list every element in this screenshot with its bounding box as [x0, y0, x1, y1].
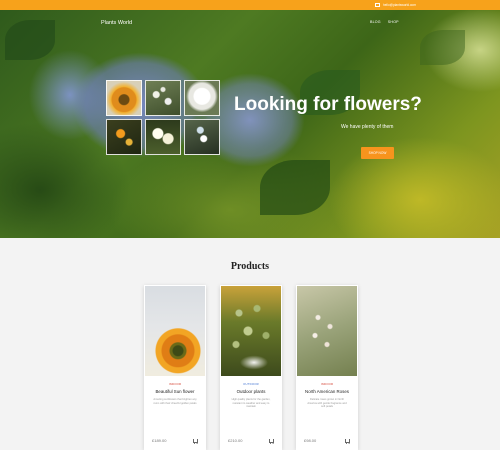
product-price: £98.00 — [304, 438, 317, 443]
shop-now-button[interactable]: SHOP NOW — [361, 147, 394, 159]
hero-leaf-decoration — [260, 160, 330, 215]
product-image[interactable] — [145, 286, 205, 376]
product-description: High quality plants for the garden, resi… — [231, 398, 271, 409]
product-description: Amazing sunflowers that brighten any roo… — [153, 398, 197, 405]
product-card[interactable]: OUTDOOR Outdoor plants High quality plan… — [220, 285, 282, 450]
add-to-cart-icon[interactable] — [345, 438, 350, 444]
nav-link-shop[interactable]: SHOP — [388, 20, 399, 24]
gallery-image-white-flower[interactable] — [184, 80, 220, 116]
mail-icon — [374, 3, 380, 7]
product-footer: £210.00 — [228, 438, 274, 444]
add-to-cart-icon[interactable] — [193, 438, 198, 444]
product-category-tag: OUTDOOR — [243, 382, 259, 386]
products-section-title: Products — [230, 261, 270, 272]
product-price: £210.00 — [228, 438, 243, 443]
contact-email[interactable]: hello@plantsworld.com — [374, 3, 416, 7]
product-footer: £98.00 — [304, 438, 350, 444]
contact-email-text: hello@plantsworld.com — [382, 3, 416, 7]
hero-banner — [0, 10, 500, 238]
hero-headline: Looking for flowers? — [234, 94, 422, 115]
gallery-image-sunflower[interactable] — [106, 80, 142, 116]
top-contact-bar: hello@plantsworld.com — [0, 0, 500, 10]
product-category-tag: INDOOR — [320, 382, 334, 386]
gallery-image-blue-blossoms[interactable] — [184, 119, 220, 155]
product-card[interactable]: INDOOR Beautiful Sun flower Amazing sunf… — [144, 285, 206, 450]
product-name[interactable]: Outdoor plants — [220, 389, 282, 395]
nav-link-blog[interactable]: BLOG — [370, 20, 381, 24]
product-name[interactable]: Beautiful Sun flower — [144, 389, 206, 395]
gallery-image-white-blossoms[interactable] — [145, 80, 181, 116]
product-category-tag: INDOOR — [168, 382, 182, 386]
gallery-image-orange-flowers[interactable] — [106, 119, 142, 155]
hero-gallery — [106, 80, 220, 155]
product-description: Delicate roses grown in North America wi… — [307, 398, 347, 409]
product-image[interactable] — [221, 286, 281, 376]
product-price: £189.00 — [152, 438, 167, 443]
nav-links: BLOG SHOP — [370, 20, 399, 24]
hero-leaf-decoration — [420, 30, 465, 65]
product-name[interactable]: North American Roses — [296, 389, 358, 395]
add-to-cart-icon[interactable] — [269, 438, 274, 444]
product-footer: £189.00 — [152, 438, 198, 444]
hero-subline: We have plenty of them — [341, 124, 394, 130]
gallery-image-cream-flowers[interactable] — [145, 119, 181, 155]
product-image[interactable] — [297, 286, 357, 376]
brand-logo[interactable]: Plants World — [101, 20, 132, 26]
navbar: Plants World BLOG SHOP — [0, 10, 500, 34]
product-card[interactable]: INDOOR North American Roses Delicate ros… — [296, 285, 358, 450]
